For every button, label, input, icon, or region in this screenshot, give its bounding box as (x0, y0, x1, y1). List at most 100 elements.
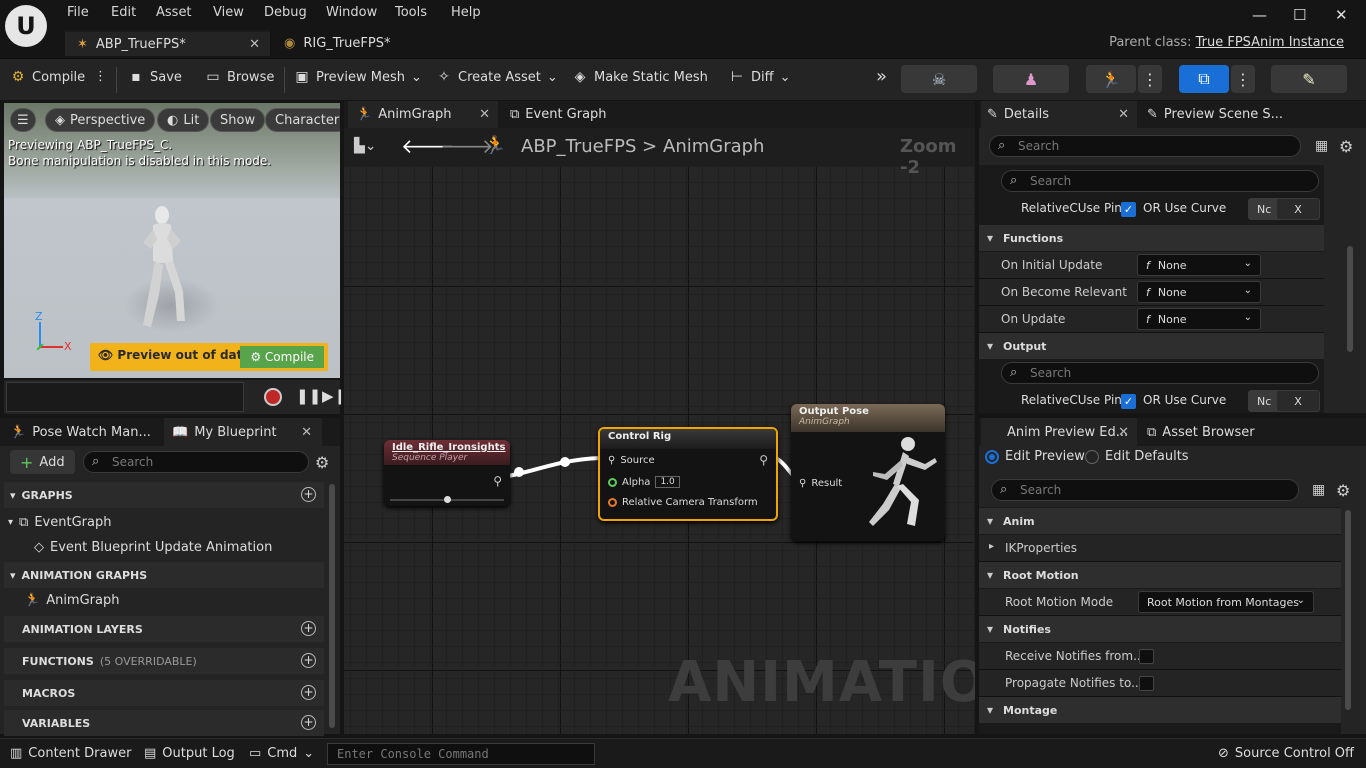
clear-curve-button[interactable]: X (1276, 198, 1320, 220)
tree-item-eventgraph[interactable]: ▾ ⧉ EventGraph (8, 515, 111, 530)
on-update-combo[interactable]: f None ⌄ (1137, 308, 1261, 330)
animation-mode-button[interactable]: 🏃 (1086, 65, 1136, 93)
tab-preview-scene[interactable]: ✎ Preview Scene S... (1147, 101, 1283, 128)
output-search-input[interactable]: ⌕ Search (1001, 362, 1319, 384)
tab-rig-truefps[interactable]: ◉ RIG_TrueFPS* (284, 30, 414, 56)
scrollbar[interactable] (1347, 246, 1353, 352)
minimize-icon[interactable]: — (1252, 6, 1267, 24)
pose-output-pin-icon[interactable]: ⚲ (759, 453, 768, 467)
table-view-icon[interactable]: ▦ (1312, 482, 1325, 498)
pause-icon[interactable]: ❚❚ (296, 387, 321, 405)
add-function-icon[interactable]: + (301, 653, 316, 668)
menu-debug[interactable]: Debug (264, 5, 307, 20)
save-button[interactable]: ▪ Save (128, 69, 182, 85)
blueprint-mode-options-icon[interactable]: ⋮ (1231, 65, 1255, 93)
settings-gear-icon[interactable]: ⚙ (1336, 481, 1350, 500)
tab-details[interactable]: ✎ Details ✕ (981, 101, 1137, 128)
play-icon[interactable]: ▶❙ (322, 387, 346, 405)
section-montage[interactable]: Montage (979, 697, 1341, 723)
close-tab-icon[interactable]: ✕ (301, 425, 312, 440)
content-drawer-button[interactable]: ▥ Content Drawer (10, 746, 131, 761)
tab-asset-browser[interactable]: ⧉ Asset Browser (1147, 418, 1255, 446)
details-search-input[interactable]: ⌕ Search (989, 135, 1301, 157)
category-macros[interactable]: MACROS + (4, 680, 324, 706)
alpha-value-input[interactable]: 1.0 (655, 476, 680, 488)
maximize-icon[interactable]: ☐ (1293, 6, 1306, 24)
section-anim[interactable]: Anim (979, 508, 1341, 534)
settings-gear-icon[interactable]: ⚙ (1339, 137, 1353, 156)
clear-curve-button[interactable]: X (1276, 390, 1320, 412)
graph-canvas[interactable]: ANIMATION Idle_Rifle_Ironsights Sequence… (344, 128, 975, 734)
row-ik-properties[interactable]: ▸ IKProperties (979, 535, 1341, 562)
menu-tools[interactable]: Tools (395, 5, 427, 20)
create-asset-button[interactable]: ✧ Create Asset ⌄ (436, 69, 558, 85)
my-blueprint-search-input[interactable]: ⌕ Search (83, 451, 309, 473)
relcuse-pin-checkbox[interactable]: ✓ (1121, 394, 1136, 409)
receive-notifies-checkbox[interactable] (1139, 649, 1154, 664)
console-command-input[interactable]: Enter Console Command (327, 743, 595, 765)
node-control-rig[interactable]: Control Rig ⚲ Source ⚲ Alpha 1.0 Relativ… (598, 427, 778, 521)
pin-relative-camera-transform[interactable]: Relative Camera Transform (608, 497, 758, 508)
close-tab-icon[interactable]: ✕ (249, 37, 260, 52)
radio-edit-preview[interactable]: Edit Preview (985, 449, 1085, 464)
pin-source[interactable]: ⚲ Source (608, 455, 655, 466)
add-layer-icon[interactable]: + (301, 621, 316, 636)
tab-abp-truefps[interactable]: ✶ ABP_TrueFPS* ✕ (65, 30, 270, 56)
node-sequence-player[interactable]: Idle_Rifle_Ironsights Sequence Player ⚲ (384, 440, 510, 506)
category-variables[interactable]: VARIABLES + (4, 710, 324, 736)
menu-window[interactable]: Window (326, 5, 377, 20)
tab-event-graph[interactable]: ⧉ Event Graph (510, 101, 607, 128)
section-notifies[interactable]: Notifies (979, 616, 1341, 642)
menu-edit[interactable]: Edit (111, 5, 136, 20)
diff-button[interactable]: ⊢ Diff ⌄ (729, 69, 791, 85)
settings-gear-icon[interactable]: ⚙ (315, 453, 329, 472)
category-graphs[interactable]: ▾ GRAPHS + (4, 482, 324, 508)
node-output-pose[interactable]: Output Pose AnimGraph ⚲ Result (791, 404, 945, 541)
on-initial-update-combo[interactable]: f None ⌄ (1137, 254, 1261, 276)
unreal-logo-icon[interactable]: U (5, 5, 47, 47)
relcuse-pin-checkbox[interactable]: ✓ (1121, 202, 1136, 217)
pin-alpha[interactable]: Alpha 1.0 (608, 476, 680, 488)
parent-class-link[interactable]: True FPSAnim Instance (1196, 35, 1344, 50)
more-tools-icon[interactable]: » (876, 66, 887, 87)
category-animation-layers[interactable]: ANIMATION LAYERS + (4, 616, 324, 642)
source-control-button[interactable]: ⊘ Source Control Off (1218, 746, 1354, 761)
viewport-compile-button[interactable]: ⚙ Compile (240, 346, 324, 368)
record-icon[interactable] (264, 388, 282, 406)
close-tab-icon[interactable]: ✕ (1118, 425, 1129, 440)
progress-handle[interactable] (444, 496, 451, 503)
tree-item-animgraph[interactable]: 🏃 AnimGraph (24, 593, 119, 608)
cmd-dropdown[interactable]: ▭ Cmd ⌄ (249, 746, 314, 761)
root-motion-mode-combo[interactable]: Root Motion from Montages ⌄ (1138, 591, 1314, 613)
pose-output-pin-icon[interactable]: ⚲ (493, 474, 502, 488)
section-output[interactable]: Output (979, 333, 1324, 359)
preview-viewport[interactable]: ☰ ◈ Perspective ◐ Lit Show Character Pre… (4, 103, 340, 378)
show-button[interactable]: Show (210, 108, 266, 132)
tab-my-blueprint[interactable]: 📖 My Blueprint ✕ (164, 418, 322, 446)
compile-button[interactable]: ⚙ Compile (10, 69, 85, 85)
make-static-mesh-button[interactable]: ◈ Make Static Mesh (572, 69, 708, 85)
mesh-mode-button[interactable]: ♟ (993, 65, 1069, 93)
skeleton-mode-button[interactable]: ☠ (901, 65, 977, 93)
menu-asset[interactable]: Asset (156, 5, 192, 20)
add-macro-icon[interactable]: + (301, 685, 316, 700)
on-become-relevant-combo[interactable]: f None ⌄ (1137, 281, 1261, 303)
curve-search-input[interactable]: ⌕ Search (1001, 170, 1319, 192)
tab-anim-preview[interactable]: Anim Preview Ed... ✕ (981, 418, 1137, 446)
close-tab-icon[interactable]: ✕ (479, 107, 490, 122)
browse-button[interactable]: ▭ Browse (205, 69, 274, 85)
bookmark-icon[interactable]: ▙⌄ (354, 138, 377, 154)
add-variable-icon[interactable]: + (301, 715, 316, 730)
compile-options-icon[interactable]: ⋮ (94, 69, 107, 84)
section-functions[interactable]: Functions (979, 225, 1324, 251)
table-view-icon[interactable]: ▦ (1315, 138, 1328, 154)
close-tab-icon[interactable]: ✕ (1118, 107, 1129, 122)
lit-button[interactable]: ◐ Lit (157, 108, 210, 132)
radio-edit-defaults[interactable]: Edit Defaults (1085, 449, 1189, 464)
scrollbar[interactable] (1345, 510, 1351, 710)
blueprint-mode-button[interactable]: ⧉ (1179, 65, 1229, 93)
perspective-button[interactable]: ◈ Perspective (45, 108, 156, 132)
scrollbar[interactable] (329, 484, 335, 728)
breadcrumb-root[interactable]: ABP_TrueFPS (521, 136, 636, 157)
animation-mode-options-icon[interactable]: ⋮ (1138, 65, 1162, 93)
